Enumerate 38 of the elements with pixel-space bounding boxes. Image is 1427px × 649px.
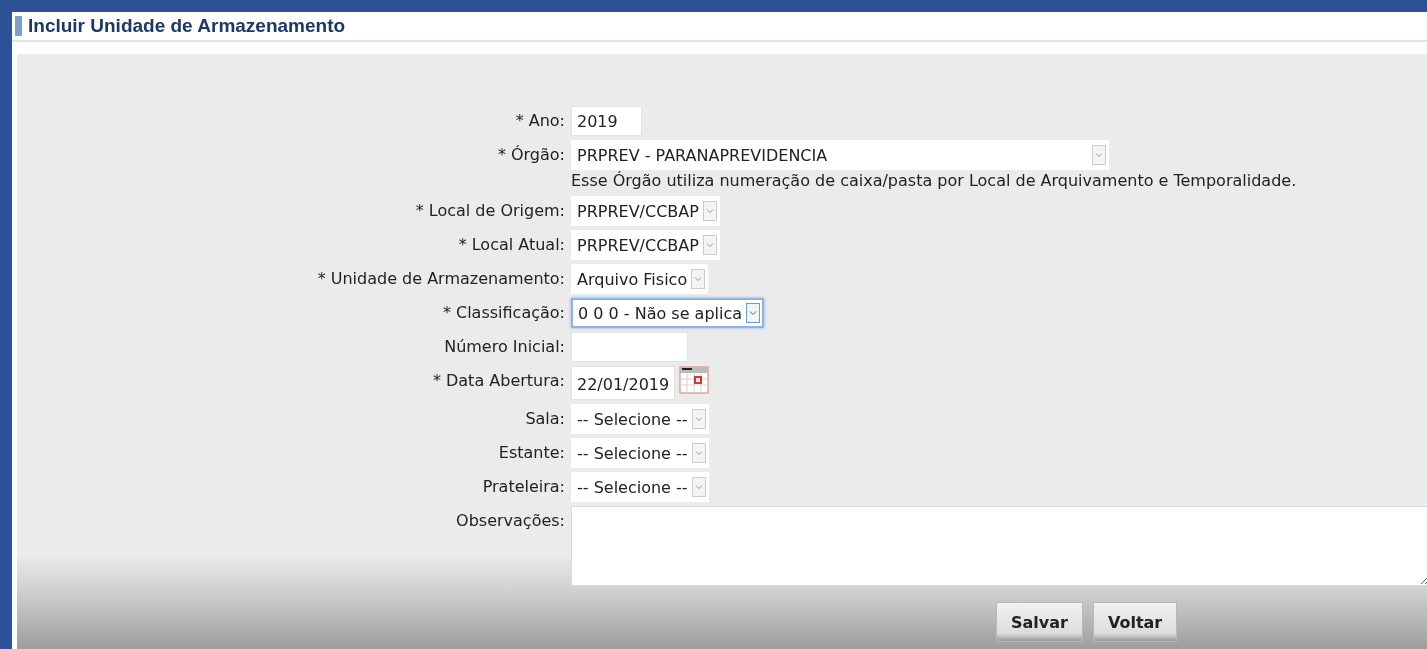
dropdown[interactable]: -- Selecione -- — [571, 438, 709, 468]
caret-icon — [705, 242, 714, 248]
back-button[interactable]: Voltar — [1092, 602, 1178, 642]
dropdown[interactable]: -- Selecione -- — [571, 404, 709, 434]
title-accent-bar — [15, 16, 22, 36]
field-label: * Classificação: — [441, 302, 565, 324]
dropdown[interactable]: 0 0 0 - Não se aplica — [571, 298, 765, 328]
field-label: * Data Abertura: — [431, 370, 565, 392]
dropdown[interactable]: PRPREV/CCBAP — [571, 230, 720, 260]
dropdown[interactable]: Arquivo Fisico — [571, 264, 709, 294]
field-label: * Unidade de Armazenamento: — [316, 268, 565, 290]
save-button[interactable]: Salvar — [996, 602, 1083, 642]
dropdown[interactable]: PRPREV/CCBAP — [571, 196, 720, 226]
dropdown[interactable]: PRPREV - PARANAPREVIDENCIA — [571, 140, 1109, 170]
caret-icon — [694, 484, 703, 490]
calendar-icon[interactable] — [679, 366, 710, 394]
field-label: Sala: — [524, 408, 565, 430]
caret-icon — [705, 208, 714, 214]
field-label: Estante: — [497, 442, 565, 464]
caret-icon — [694, 450, 703, 456]
caret-icon — [694, 276, 703, 282]
caret-icon — [749, 310, 758, 316]
dropdown[interactable]: -- Selecione -- — [571, 472, 709, 502]
field-label: Prateleira: — [481, 476, 565, 498]
date-field[interactable]: 22/01/2019 — [571, 366, 676, 400]
text-field[interactable]: 2019 — [571, 106, 642, 136]
notes-field[interactable] — [571, 506, 1427, 586]
info-note: Esse Órgão utiliza numeração de caixa/pasta por Local de Arquivamento e Temporalidade. — [571, 170, 1297, 192]
page-title: Incluir Unidade de Armazenamento — [28, 15, 346, 37]
field-label: * Órgão: — [496, 144, 565, 166]
field-label: Observações: — [455, 510, 565, 532]
field-label: Número Inicial: — [443, 336, 565, 358]
field-label: * Local Atual: — [457, 234, 565, 256]
text-field[interactable] — [571, 332, 688, 362]
field-label: * Local de Origem: — [414, 200, 565, 222]
caret-icon — [1095, 152, 1103, 158]
caret-icon — [694, 416, 703, 422]
field-label: * Ano: — [514, 110, 565, 132]
